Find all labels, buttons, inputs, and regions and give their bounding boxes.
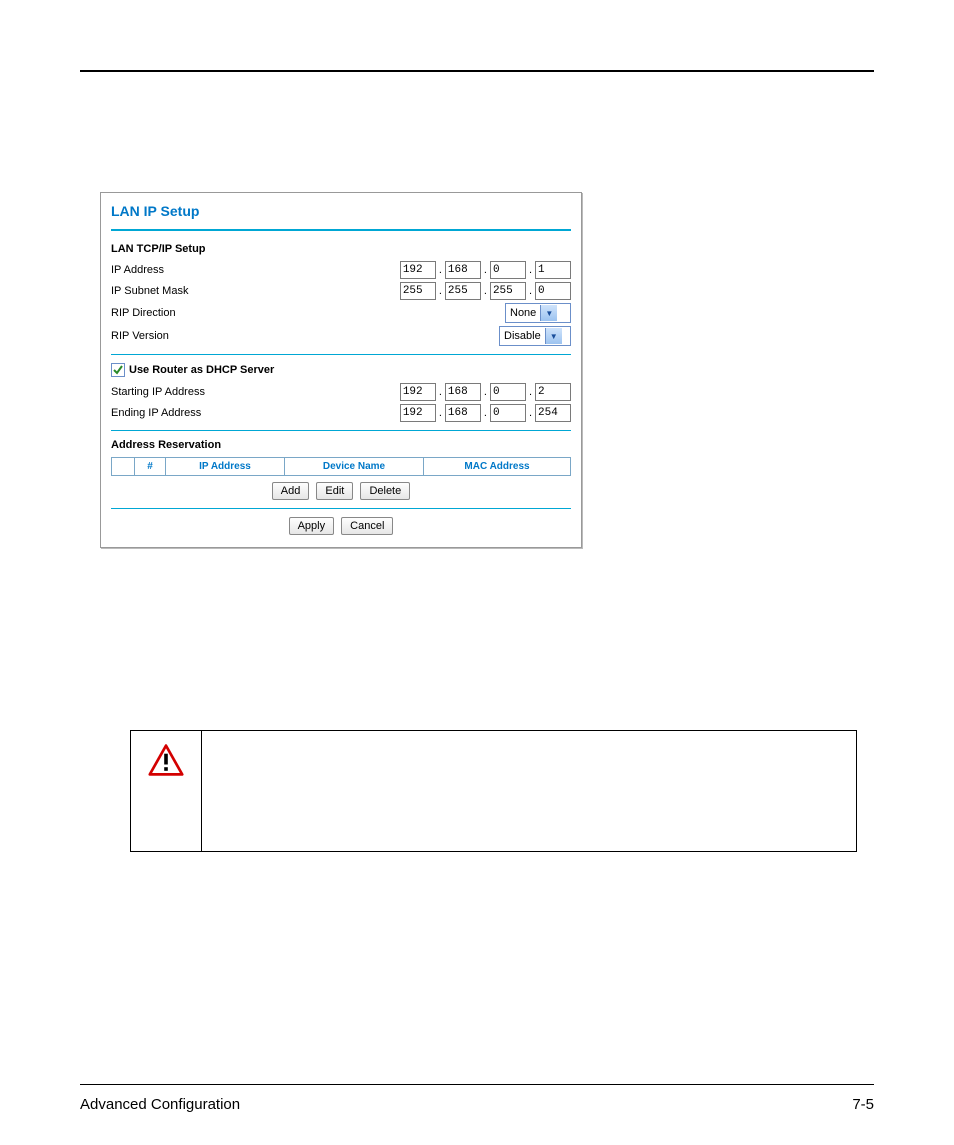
subnet-octet-4[interactable] <box>535 282 571 300</box>
footer-rule <box>80 1084 874 1085</box>
rip-version-value: Disable <box>504 330 541 342</box>
start-ip-label: Starting IP Address <box>111 386 400 398</box>
rip-direction-select[interactable]: None ▼ <box>505 303 571 323</box>
separator <box>111 508 571 509</box>
start-ip-octet-2[interactable] <box>445 383 481 401</box>
end-ip-label: Ending IP Address <box>111 407 400 419</box>
apply-button[interactable]: Apply <box>289 517 335 535</box>
chevron-down-icon: ▼ <box>545 328 562 344</box>
rip-direction-value: None <box>510 307 536 319</box>
table-header-ip: IP Address <box>166 458 285 476</box>
dhcp-checkbox[interactable] <box>111 363 125 377</box>
dot: . <box>438 285 443 297</box>
dot: . <box>438 264 443 276</box>
ip-octet-3[interactable] <box>490 261 526 279</box>
footer-page-number: 7-5 <box>852 1096 874 1113</box>
dhcp-checkbox-label: Use Router as DHCP Server <box>129 364 274 376</box>
ip-octet-1[interactable] <box>400 261 436 279</box>
ip-octet-2[interactable] <box>445 261 481 279</box>
tcpip-section-title: LAN TCP/IP Setup <box>111 243 571 255</box>
top-rule <box>80 70 874 72</box>
dot: . <box>483 285 488 297</box>
subnet-row: IP Subnet Mask . . . <box>111 282 571 300</box>
chevron-down-icon: ▼ <box>540 305 557 321</box>
separator <box>111 229 571 231</box>
ip-octet-4[interactable] <box>535 261 571 279</box>
end-ip-octet-4[interactable] <box>535 404 571 422</box>
warning-icon <box>148 743 184 782</box>
warning-box <box>130 730 857 852</box>
dot: . <box>438 386 443 398</box>
ip-address-row: IP Address . . . <box>111 261 571 279</box>
dot: . <box>528 285 533 297</box>
end-ip-row: Ending IP Address . . . <box>111 404 571 422</box>
subnet-octet-2[interactable] <box>445 282 481 300</box>
lan-ip-setup-panel: LAN IP Setup LAN TCP/IP Setup IP Address… <box>100 192 582 548</box>
dot: . <box>528 264 533 276</box>
add-button[interactable]: Add <box>272 482 310 500</box>
start-ip-row: Starting IP Address . . . <box>111 383 571 401</box>
start-ip-octet-3[interactable] <box>490 383 526 401</box>
delete-button[interactable]: Delete <box>360 482 410 500</box>
edit-button[interactable]: Edit <box>316 482 353 500</box>
ip-address-label: IP Address <box>111 264 400 276</box>
dot: . <box>483 386 488 398</box>
table-header-mac: MAC Address <box>424 458 571 476</box>
rip-direction-label: RIP Direction <box>111 307 505 319</box>
rip-version-label: RIP Version <box>111 330 499 342</box>
start-ip-octet-4[interactable] <box>535 383 571 401</box>
rip-version-row: RIP Version Disable ▼ <box>111 326 571 346</box>
cancel-button[interactable]: Cancel <box>341 517 393 535</box>
subnet-octet-1[interactable] <box>400 282 436 300</box>
table-header-device: Device Name <box>285 458 424 476</box>
page-footer: Advanced Configuration 7-5 <box>80 1096 874 1113</box>
subnet-octet-3[interactable] <box>490 282 526 300</box>
dot: . <box>528 407 533 419</box>
separator <box>111 354 571 355</box>
end-ip-octet-2[interactable] <box>445 404 481 422</box>
check-icon <box>113 365 123 375</box>
panel-title: LAN IP Setup <box>111 201 571 227</box>
warning-text-cell <box>202 731 856 851</box>
dot: . <box>483 264 488 276</box>
start-ip-octet-1[interactable] <box>400 383 436 401</box>
dot: . <box>438 407 443 419</box>
dot: . <box>483 407 488 419</box>
end-ip-octet-1[interactable] <box>400 404 436 422</box>
end-ip-octet-3[interactable] <box>490 404 526 422</box>
dot: . <box>528 386 533 398</box>
reservation-section-title: Address Reservation <box>111 439 571 451</box>
rip-direction-row: RIP Direction None ▼ <box>111 303 571 323</box>
separator <box>111 430 571 431</box>
subnet-label: IP Subnet Mask <box>111 285 400 297</box>
table-header-blank <box>112 458 135 476</box>
dhcp-checkbox-row: Use Router as DHCP Server <box>111 363 571 377</box>
rip-version-select[interactable]: Disable ▼ <box>499 326 571 346</box>
footer-section: Advanced Configuration <box>80 1096 240 1113</box>
reservation-table: # IP Address Device Name MAC Address <box>111 457 571 476</box>
table-header-num: # <box>135 458 166 476</box>
